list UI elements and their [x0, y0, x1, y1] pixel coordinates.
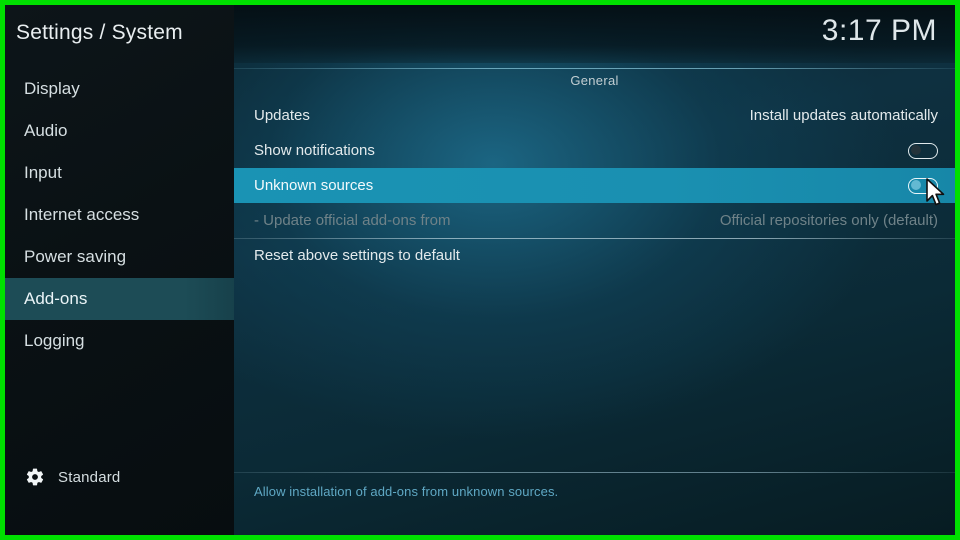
- profile-button[interactable]: Standard: [5, 457, 234, 497]
- help-divider: [234, 472, 955, 473]
- setting-label: Unknown sources: [254, 177, 374, 194]
- mouse-pointer-icon: [925, 178, 947, 213]
- setting-row[interactable]: Unknown sources: [234, 168, 955, 203]
- category-divider: [234, 68, 955, 69]
- setting-label: - Update official add-ons from: [254, 212, 451, 229]
- sidebar-item-internet-access[interactable]: Internet access: [5, 194, 234, 236]
- sidebar-item-audio[interactable]: Audio: [5, 110, 234, 152]
- clock: 3:17 PM: [821, 14, 937, 47]
- sidebar-item-label: Add-ons: [24, 289, 88, 308]
- settings-list: Updates Install updates automatically Show…: [234, 98, 955, 273]
- sidebar-item-label: Logging: [24, 331, 85, 350]
- main-panel: 3:17 PM General Updates Install updates a…: [234, 5, 955, 535]
- profile-label: Standard: [58, 468, 121, 486]
- top-bar: 3:17 PM: [234, 5, 955, 63]
- toggle-knob: [910, 145, 921, 155]
- setting-label: Show notifications: [254, 142, 375, 159]
- sidebar: Settings / System Display Audio Input Inter…: [5, 5, 234, 535]
- setting-value: Install updates automatically: [749, 107, 938, 124]
- sidebar-item-label: Internet access: [24, 205, 140, 224]
- sidebar-item-add-ons[interactable]: Add-ons: [5, 278, 234, 320]
- sidebar-item-label: Audio: [24, 121, 68, 140]
- sidebar-item-logging[interactable]: Logging: [5, 320, 234, 362]
- sidebar-item-input[interactable]: Input: [5, 152, 234, 194]
- setting-row[interactable]: Show notifications: [234, 133, 955, 168]
- help-text: Allow installation of add-ons from unkno…: [254, 484, 559, 499]
- gear-icon: [25, 467, 45, 487]
- setting-row: - Update official add-ons from Official r…: [234, 203, 955, 238]
- sidebar-nav: Display Audio Input Internet access Power sa…: [5, 68, 234, 362]
- toggle-switch[interactable]: [908, 142, 938, 159]
- sidebar-item-label: Power saving: [24, 247, 127, 266]
- toggle-knob: [910, 180, 921, 190]
- setting-value: Official repositories only (default): [719, 212, 938, 229]
- sidebar-item-display[interactable]: Display: [5, 68, 234, 110]
- setting-label: Updates: [254, 107, 310, 124]
- kodi-settings-window: Settings / System Display Audio Input Inter…: [5, 5, 955, 535]
- page-title: Settings / System: [16, 21, 183, 44]
- setting-row[interactable]: Reset above settings to default: [234, 238, 955, 273]
- category-header: General: [570, 73, 619, 88]
- sidebar-item-power-saving[interactable]: Power saving: [5, 236, 234, 278]
- setting-row[interactable]: Updates Install updates automatically: [234, 98, 955, 133]
- setting-label: Reset above settings to default: [254, 247, 460, 264]
- sidebar-item-label: Input: [24, 163, 62, 182]
- sidebar-item-label: Display: [24, 79, 80, 98]
